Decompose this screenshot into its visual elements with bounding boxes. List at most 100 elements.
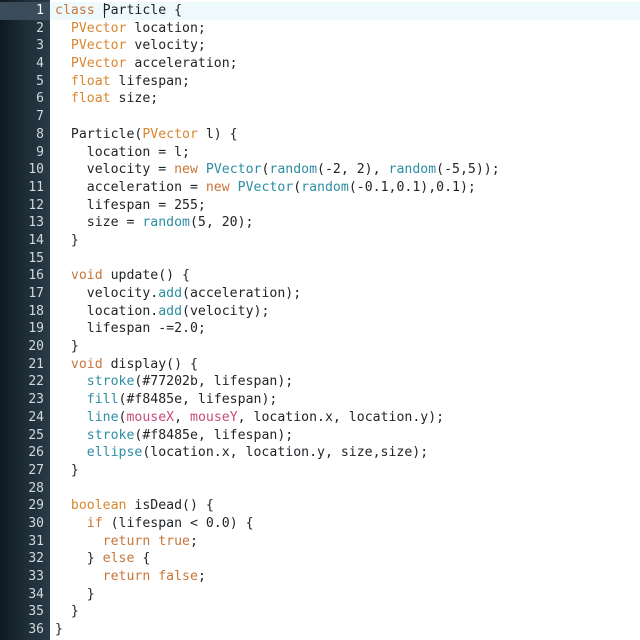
code-token: float (70, 91, 111, 107)
line-number: 8 (36, 126, 44, 142)
code-line[interactable]: } else { (50, 550, 640, 568)
line-number: 22 (28, 374, 44, 390)
code-token: location; (126, 20, 206, 36)
line-number: 20 (28, 339, 44, 355)
code-line[interactable]: acceleration = new PVector(random(-0.1,0… (50, 179, 640, 197)
line-number: 24 (28, 409, 44, 425)
code-line[interactable] (50, 108, 640, 126)
code-line[interactable]: boolean isDead() { (50, 497, 640, 515)
code-line[interactable]: PVector location; (50, 20, 640, 38)
line-number: 27 (28, 462, 44, 478)
code-token: } (55, 339, 79, 355)
code-token: (#f8485e, lifespan); (118, 392, 278, 408)
code-line[interactable]: lifespan = 255; (50, 197, 640, 215)
code-line[interactable]: stroke(#f8485e, lifespan); (50, 427, 640, 445)
code-line[interactable]: void display() { (50, 356, 640, 374)
code-line[interactable]: ellipse(location.x, location.y, size,siz… (50, 444, 640, 462)
code-token: , (174, 409, 191, 425)
code-line[interactable]: velocity.add(acceleration); (50, 285, 640, 303)
code-token: size; (110, 91, 159, 107)
code-line[interactable]: location = l; (50, 144, 640, 162)
code-line[interactable]: } (50, 603, 640, 621)
code-token: add (158, 303, 183, 319)
code-token: mouseY (190, 409, 238, 425)
code-token: boolean (70, 498, 127, 514)
code-line[interactable]: } (50, 621, 640, 639)
line-number: 17 (28, 286, 44, 301)
code-line[interactable]: } (50, 462, 640, 480)
code-line[interactable]: location.add(velocity); (50, 303, 640, 321)
code-line[interactable]: float lifespan; (50, 73, 640, 91)
code-token: (-2, 2), (317, 162, 389, 178)
code-token: acceleration = (55, 179, 206, 195)
code-token: velocity = (55, 162, 175, 178)
code-line[interactable]: lifespan -=2.0; (50, 320, 640, 338)
code-token: void (70, 268, 103, 284)
code-token: lifespan -=2.0; (55, 321, 206, 337)
code-token: float (70, 73, 111, 89)
code-token: ; (197, 569, 206, 584)
text-caret (104, 3, 105, 18)
code-token: PVector (205, 162, 262, 178)
code-line[interactable]: } (50, 338, 640, 356)
code-line[interactable]: PVector acceleration; (50, 55, 640, 73)
line-number: 9 (36, 144, 44, 160)
code-line[interactable]: PVector velocity; (50, 37, 640, 55)
code-line[interactable] (50, 480, 640, 498)
code-token: } (55, 586, 95, 602)
line-number: 12 (28, 197, 44, 213)
code-token: mouseX (126, 409, 175, 425)
code-line[interactable]: } (50, 586, 640, 604)
line-number: 31 (28, 533, 44, 549)
code-line[interactable]: return false; (50, 568, 640, 586)
code-token: , location.x, location.y); (237, 409, 445, 425)
code-line[interactable]: float size; (50, 90, 640, 108)
code-token: (-5,5)); (436, 162, 500, 178)
line-number: 35 (28, 604, 44, 620)
code-token: stroke (86, 427, 135, 443)
code-token: (-0.1,0.1),0.1); (348, 179, 476, 195)
line-number: 28 (28, 480, 44, 496)
code-area[interactable]: class Particle { PVector location; PVect… (50, 0, 640, 640)
code-line[interactable]: Particle(PVector l) { (50, 126, 640, 144)
code-line[interactable]: stroke(#77202b, lifespan); (50, 373, 640, 391)
code-token: (#f8485e, lifespan); (134, 427, 294, 443)
code-line[interactable]: if (lifespan < 0.0) { (50, 515, 640, 533)
code-token: lifespan = 255; (55, 197, 206, 213)
code-editor[interactable]: 1 2 3 4 5 6 7 8 9 10 11 12 13 14 15 16 17 18 19 20 21 22 23 24 2… (0, 0, 640, 640)
code-line[interactable]: } (50, 232, 640, 250)
line-number: 21 (28, 356, 44, 372)
line-number: 30 (28, 515, 44, 531)
line-number: 5 (36, 73, 44, 89)
code-token: ; (190, 533, 198, 549)
code-token: (lifespan < 0.0) { (102, 515, 254, 531)
code-line[interactable]: line(mouseX, mouseY, location.x, locatio… (50, 409, 640, 427)
code-line[interactable]: fill(#f8485e, lifespan); (50, 391, 640, 409)
code-line[interactable]: return true; (50, 533, 640, 551)
line-number: 10 (28, 162, 44, 178)
code-token: class (55, 3, 95, 18)
code-token: PVector (237, 179, 294, 195)
code-line[interactable]: void update() { (50, 267, 640, 285)
code-token: (#77202b, lifespan); (134, 374, 294, 390)
code-line[interactable] (50, 250, 640, 268)
code-token: } (55, 462, 79, 478)
code-line[interactable]: velocity = new PVector(random(-2, 2), ra… (50, 161, 640, 179)
code-token: return (102, 533, 151, 549)
line-number: 14 (28, 232, 44, 248)
line-number: 15 (28, 250, 44, 266)
code-line[interactable]: class Particle { (50, 2, 640, 20)
code-line[interactable]: size = random(5, 20); (50, 214, 640, 232)
code-token: (5, 20); (189, 215, 254, 231)
